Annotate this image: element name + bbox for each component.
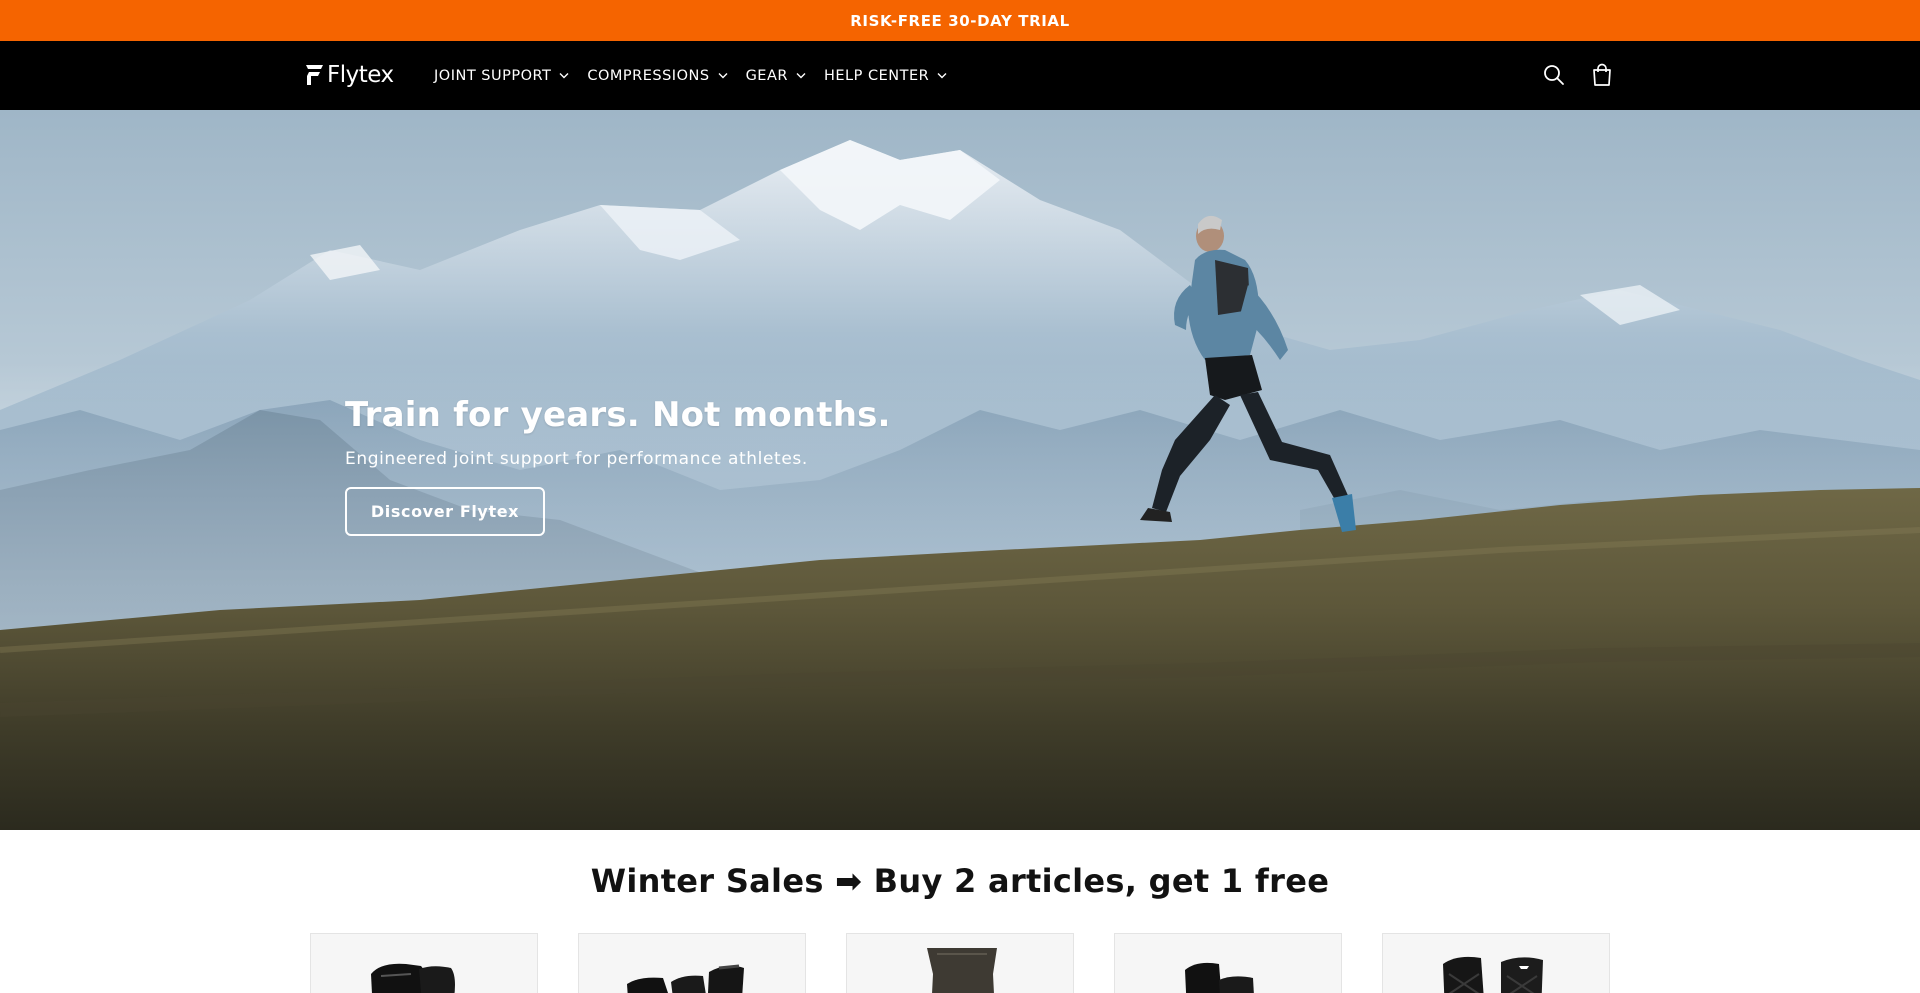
nav-label: GEAR	[745, 67, 788, 84]
product-card[interactable]	[578, 933, 806, 993]
product-grid	[310, 933, 1610, 993]
nav-label: HELP CENTER	[823, 67, 930, 84]
hero-background-image	[0, 140, 1920, 830]
chevron-down-icon	[796, 73, 806, 79]
logo-mark-icon	[306, 65, 323, 85]
product-image	[1185, 962, 1254, 993]
product-image	[627, 964, 744, 993]
nav-label: COMPRESSIONS	[587, 67, 710, 84]
product-card[interactable]	[846, 933, 1074, 993]
main-nav: JOINT SUPPORT COMPRESSIONS GEAR HELP CEN…	[434, 41, 965, 110]
product-card[interactable]	[310, 933, 538, 993]
chevron-down-icon	[559, 73, 569, 79]
nav-item-compressions[interactable]: COMPRESSIONS	[587, 67, 728, 84]
hero-title: Train for years. Not months.	[345, 395, 891, 435]
chevron-down-icon	[718, 73, 728, 79]
nav-item-help-center[interactable]: HELP CENTER	[824, 68, 947, 84]
search-button[interactable]	[1542, 62, 1566, 88]
product-card[interactable]	[1114, 933, 1342, 993]
hero-content: Train for years. Not months. Engineered …	[345, 395, 891, 536]
promo-title: Winter Sales ➡ Buy 2 articles, get 1 fre…	[590, 862, 1330, 900]
logo-text: Flytex	[327, 62, 394, 88]
search-icon	[1544, 65, 1564, 85]
announcement-text: RISK-FREE 30-DAY TRIAL	[850, 11, 1070, 30]
chevron-down-icon	[937, 73, 947, 79]
nav-item-gear[interactable]: GEAR	[746, 68, 806, 84]
nav-item-joint-support[interactable]: JOINT SUPPORT	[434, 68, 569, 84]
product-image	[1443, 956, 1543, 993]
hero-subtitle: Engineered joint support for performance…	[345, 449, 808, 469]
nav-label: JOINT SUPPORT	[434, 67, 552, 84]
header-icons	[1542, 62, 1614, 88]
discover-flytex-button[interactable]: Discover Flytex	[345, 487, 545, 536]
product-image	[371, 963, 455, 993]
logo[interactable]: Flytex	[305, 60, 394, 90]
cart-icon	[1593, 63, 1611, 86]
hero-banner: Train for years. Not months. Engineered …	[0, 110, 1920, 830]
product-card[interactable]	[1382, 933, 1610, 993]
cart-button[interactable]	[1590, 62, 1614, 88]
announcement-bar: RISK-FREE 30-DAY TRIAL	[0, 0, 1920, 41]
product-image	[927, 948, 997, 993]
site-header: Flytex JOINT SUPPORT COMPRESSIONS GEAR H…	[0, 41, 1920, 110]
